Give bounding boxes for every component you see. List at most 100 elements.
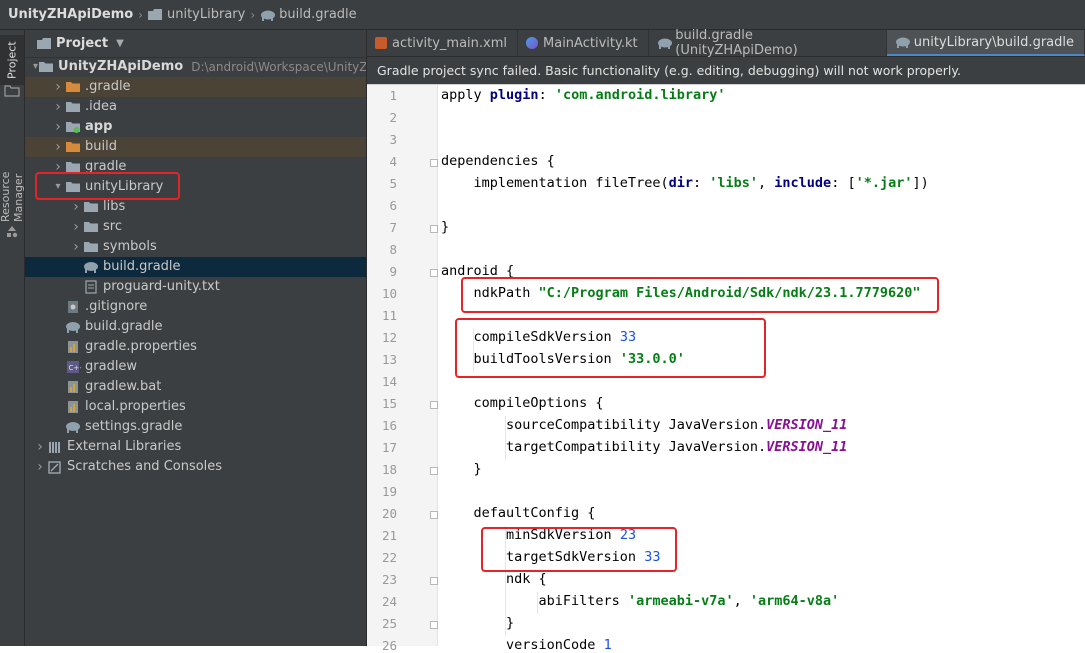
chevron-right-icon[interactable]: › bbox=[69, 217, 83, 237]
chevron-down-icon[interactable]: ▼ bbox=[116, 38, 124, 49]
code-line[interactable]: android { bbox=[441, 263, 514, 279]
line-number: 24 bbox=[381, 594, 397, 609]
tree-item[interactable]: › gradle bbox=[25, 157, 366, 177]
folder-icon[interactable] bbox=[4, 84, 20, 97]
code-token: ndk { bbox=[441, 571, 547, 587]
tree-item-label: src bbox=[103, 219, 122, 234]
tree-item[interactable]: local.properties bbox=[25, 397, 366, 417]
tree-item-label: build bbox=[85, 139, 117, 154]
code-line[interactable]: targetSdkVersion 33 bbox=[441, 549, 660, 565]
chevron-right-icon[interactable]: › bbox=[33, 457, 47, 477]
code-line[interactable]: ndkPath "C:/Program Files/Android/Sdk/nd… bbox=[441, 285, 921, 301]
code-token: 33 bbox=[619, 329, 637, 345]
line-number: 25 bbox=[381, 616, 397, 631]
chevron-right-icon[interactable]: › bbox=[51, 77, 65, 97]
fold-marker-icon[interactable] bbox=[430, 621, 438, 629]
fold-marker-icon[interactable] bbox=[430, 225, 438, 233]
code-token: : [ bbox=[831, 175, 856, 191]
tree-item[interactable]: C++gradlew bbox=[25, 357, 366, 377]
code-line[interactable]: abiFilters 'armeabi-v7a', 'arm64-v8a' bbox=[441, 593, 840, 609]
tree-item[interactable]: › app bbox=[25, 117, 366, 137]
code-line[interactable]: dependencies { bbox=[441, 153, 555, 169]
code-line[interactable]: targetCompatibility JavaVersion.VERSION_… bbox=[441, 439, 847, 455]
tree-item[interactable]: › symbols bbox=[25, 237, 366, 257]
tree-item[interactable]: › build bbox=[25, 137, 366, 157]
code-line[interactable]: ndk { bbox=[441, 571, 547, 587]
chevron-right-icon: › bbox=[250, 7, 256, 22]
tree-item-label: build.gradle bbox=[103, 259, 181, 274]
tree-item[interactable]: build.gradle bbox=[25, 317, 366, 337]
fold-marker-icon[interactable] bbox=[430, 467, 438, 475]
tab-unitylibrary-build-gradle[interactable]: unityLibrary\build.gradle bbox=[886, 30, 1085, 56]
tree-item[interactable]: gradle.properties bbox=[25, 337, 366, 357]
tree-item[interactable]: › src bbox=[25, 217, 366, 237]
tree-item[interactable]: › External Libraries bbox=[25, 437, 366, 457]
breadcrumb-file[interactable]: build.gradle bbox=[260, 7, 357, 22]
tree-item[interactable]: › .idea bbox=[25, 97, 366, 117]
code-area[interactable]: 1 apply plugin: 'com.android.library' 2 3 4 d… bbox=[367, 85, 1085, 653]
code-line[interactable]: apply plugin: 'com.android.library' bbox=[441, 87, 726, 103]
resource-manager-tab[interactable]: Resource Manager bbox=[0, 122, 25, 222]
fold-marker-icon[interactable] bbox=[430, 577, 438, 585]
fold-marker-icon[interactable] bbox=[430, 511, 438, 519]
tab-activity-main-xml[interactable]: activity_main.xml bbox=[367, 30, 519, 56]
folder-icon bbox=[65, 160, 81, 174]
chevron-right-icon[interactable]: › bbox=[33, 437, 47, 457]
kotlin-icon bbox=[526, 37, 539, 49]
tree-item[interactable]: proguard-unity.txt bbox=[25, 277, 366, 297]
line-number: 14 bbox=[381, 374, 397, 389]
gradle-icon bbox=[83, 260, 99, 274]
breadcrumb-project[interactable]: UnityZHApiDemo bbox=[8, 7, 133, 22]
project-panel-header[interactable]: Project ▼ bbox=[25, 30, 366, 58]
tree-item-label: settings.gradle bbox=[85, 419, 183, 434]
code-line[interactable]: minSdkVersion 23 bbox=[441, 527, 636, 543]
chevron-right-icon[interactable]: › bbox=[51, 117, 65, 137]
fold-marker-icon[interactable] bbox=[430, 401, 438, 409]
code-token: } bbox=[441, 615, 515, 631]
chevron-right-icon[interactable]: › bbox=[51, 157, 65, 177]
tree-item[interactable]: ▾ UnityZHApiDemo D:\android\Workspace\Unit… bbox=[25, 57, 366, 77]
code-line[interactable]: } bbox=[441, 461, 482, 477]
code-line[interactable]: } bbox=[441, 615, 514, 631]
code-line[interactable]: implementation fileTree(dir: 'libs', inc… bbox=[441, 175, 929, 191]
tree-item-label: symbols bbox=[103, 239, 157, 254]
project-tool-tab[interactable]: Project bbox=[0, 35, 24, 85]
code-token: plugin bbox=[489, 87, 539, 103]
tree-item[interactable]: build.gradle bbox=[25, 257, 366, 277]
code-line[interactable]: buildToolsVersion '33.0.0' bbox=[441, 351, 685, 367]
tree-item[interactable]: › libs bbox=[25, 197, 366, 217]
tree-item-label: gradle.properties bbox=[85, 339, 197, 354]
code-line[interactable]: } bbox=[441, 219, 449, 235]
fold-marker-icon[interactable] bbox=[430, 269, 438, 277]
tree-item[interactable]: › .gradle bbox=[25, 77, 366, 97]
fold-marker-icon[interactable] bbox=[430, 159, 438, 167]
tab-main-activity-kt[interactable]: MainActivity.kt bbox=[518, 30, 649, 56]
code-token: '33.0.0' bbox=[619, 351, 685, 367]
folder-icon bbox=[65, 180, 81, 194]
tree-item[interactable]: › Scratches and Consoles bbox=[25, 457, 366, 477]
chevron-right-icon[interactable]: › bbox=[51, 137, 65, 157]
tree-item[interactable]: .gitignore bbox=[25, 297, 366, 317]
code-line[interactable]: sourceCompatibility JavaVersion.VERSION_… bbox=[441, 417, 847, 433]
code-token: targetSdkVersion bbox=[441, 549, 645, 565]
code-token: 'com.android.library' bbox=[554, 87, 726, 103]
chevron-right-icon[interactable]: › bbox=[51, 97, 65, 117]
indent-guide bbox=[537, 592, 538, 614]
breadcrumb-module[interactable]: unityLibrary bbox=[147, 7, 245, 22]
code-line[interactable]: defaultConfig { bbox=[441, 505, 596, 521]
tree-item[interactable]: ▾ unityLibrary bbox=[25, 177, 366, 197]
code-token: targetCompatibility JavaVersion. bbox=[441, 439, 767, 455]
tree-item[interactable]: settings.gradle bbox=[25, 417, 366, 437]
chevron-right-icon[interactable]: › bbox=[69, 237, 83, 257]
chevron-right-icon[interactable]: › bbox=[69, 197, 83, 217]
tab-build-gradle-project[interactable]: build.gradle (UnityZHApiDemo) bbox=[649, 28, 887, 58]
tree-item[interactable]: gradlew.bat bbox=[25, 377, 366, 397]
chevron-down-icon[interactable]: ▾ bbox=[51, 177, 65, 197]
code-line[interactable]: compileOptions { bbox=[441, 395, 604, 411]
gradle-icon bbox=[895, 36, 911, 48]
tool-window-strip: Project Resource Manager bbox=[0, 30, 25, 646]
code-token: : bbox=[538, 87, 555, 103]
code-line[interactable]: versionCode 1 bbox=[441, 637, 612, 653]
code-line[interactable]: compileSdkVersion 33 bbox=[441, 329, 637, 345]
code-token: apply bbox=[441, 87, 490, 103]
